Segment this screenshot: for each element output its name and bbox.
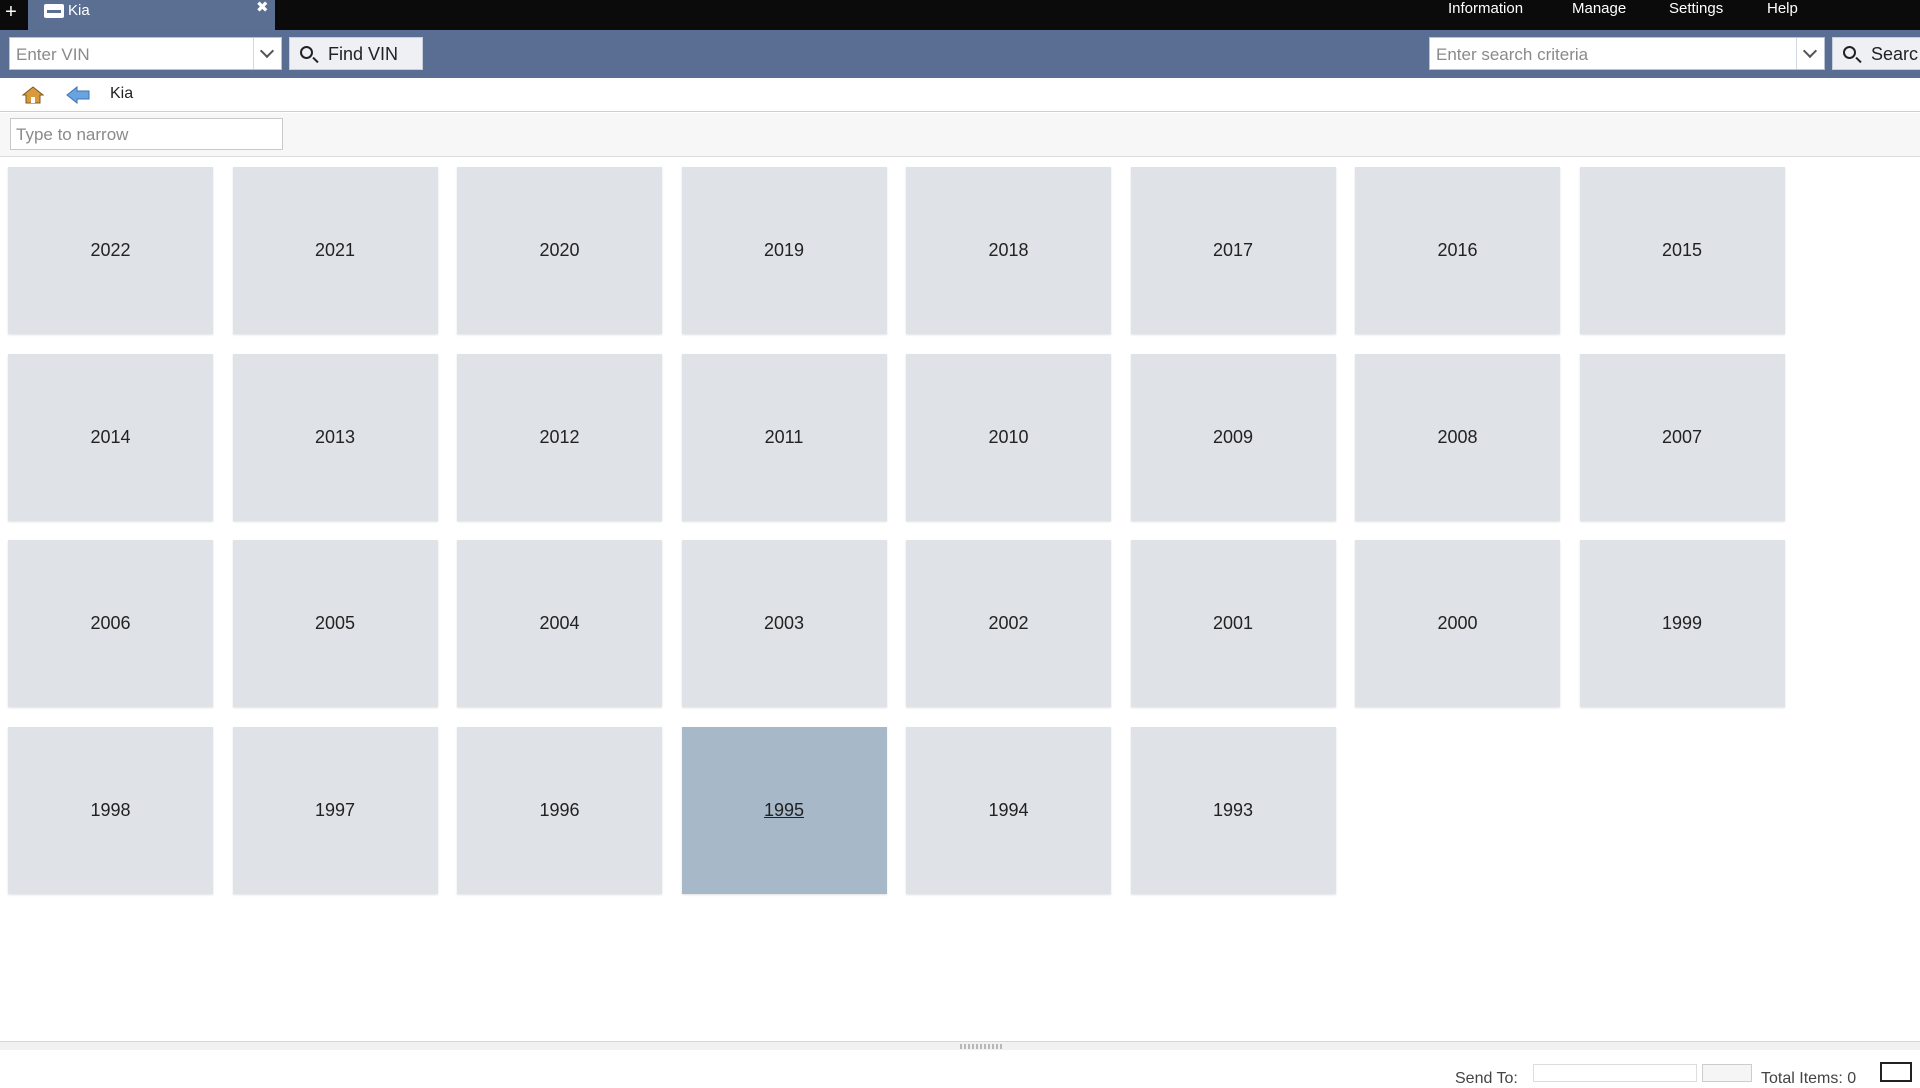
search-label: Searc xyxy=(1871,44,1919,64)
app-icon xyxy=(44,4,64,18)
search-input[interactable]: Enter search criteria xyxy=(1429,37,1825,70)
vin-placeholder: Enter VIN xyxy=(16,45,90,64)
home-icon[interactable] xyxy=(22,86,44,104)
year-tile-2017[interactable]: 2017 xyxy=(1130,167,1336,334)
menu-manage[interactable]: Manage xyxy=(1572,0,1626,22)
year-tile-2012[interactable]: 2012 xyxy=(457,353,662,521)
year-tile-2005[interactable]: 2005 xyxy=(232,540,438,707)
breadcrumb-current[interactable]: Kia xyxy=(110,85,133,103)
send-button[interactable] xyxy=(1702,1064,1752,1082)
search-button[interactable]: Searc xyxy=(1832,37,1920,70)
find-vin-label: Find VIN xyxy=(328,44,399,64)
panel-splitter[interactable] xyxy=(0,1041,1920,1050)
year-tile-2013[interactable]: 2013 xyxy=(232,353,438,521)
search-placeholder: Enter search criteria xyxy=(1436,45,1589,64)
close-icon[interactable]: ✖ xyxy=(256,0,269,16)
vin-input[interactable]: Enter VIN xyxy=(9,37,282,70)
year-tile-1997[interactable]: 1997 xyxy=(232,726,438,894)
year-tile-2001[interactable]: 2001 xyxy=(1130,540,1336,707)
year-tile-2004[interactable]: 2004 xyxy=(457,540,662,707)
year-tile-1996[interactable]: 1996 xyxy=(457,726,662,894)
send-to-select[interactable] xyxy=(1533,1064,1697,1082)
breadcrumb: Kia xyxy=(0,78,1920,112)
year-tile-1993[interactable]: 1993 xyxy=(1130,726,1336,894)
year-tile-2021[interactable]: 2021 xyxy=(232,167,438,334)
year-tile-2015[interactable]: 2015 xyxy=(1579,167,1785,334)
year-tile-2022[interactable]: 2022 xyxy=(8,167,213,334)
filter-bar: Type to narrow xyxy=(0,113,1920,157)
year-tile-2009[interactable]: 2009 xyxy=(1130,353,1336,521)
search-icon xyxy=(300,46,313,59)
search-icon xyxy=(1843,46,1856,59)
year-tile-1994[interactable]: 1994 xyxy=(906,726,1111,894)
year-tile-2006[interactable]: 2006 xyxy=(8,540,213,707)
send-to-label: Send To: xyxy=(1455,1070,1518,1087)
year-tile-2018[interactable]: 2018 xyxy=(906,167,1111,334)
year-tile-2010[interactable]: 2010 xyxy=(906,353,1111,521)
toolbar: Enter VIN Find VIN Enter search criteria… xyxy=(0,30,1920,78)
year-tile-1998[interactable]: 1998 xyxy=(8,726,213,894)
year-tile-2014[interactable]: 2014 xyxy=(8,353,213,521)
expand-icon[interactable] xyxy=(1880,1062,1912,1082)
tab-label: Kia xyxy=(68,2,90,19)
year-tile-2019[interactable]: 2019 xyxy=(681,167,887,334)
tab-kia[interactable]: Kia ✖ xyxy=(28,0,275,30)
menu-help[interactable]: Help xyxy=(1767,0,1798,22)
year-tile-2011[interactable]: 2011 xyxy=(681,353,887,521)
find-vin-button[interactable]: Find VIN xyxy=(289,37,423,70)
chevron-down-icon[interactable] xyxy=(1796,38,1824,69)
total-items-label: Total Items: 0 xyxy=(1761,1070,1857,1087)
year-tile-1995[interactable]: 1995 xyxy=(681,726,887,894)
year-tile-2003[interactable]: 2003 xyxy=(681,540,887,707)
status-bar: Send To: Total Items: 0 xyxy=(0,1050,1920,1087)
menu-information[interactable]: Information xyxy=(1448,0,1523,22)
year-tile-1999[interactable]: 1999 xyxy=(1579,540,1785,707)
year-tile-2007[interactable]: 2007 xyxy=(1579,353,1785,521)
year-tile-2020[interactable]: 2020 xyxy=(457,167,662,334)
year-tile-2000[interactable]: 2000 xyxy=(1355,540,1560,707)
back-arrow-icon[interactable] xyxy=(66,86,90,104)
year-tile-2008[interactable]: 2008 xyxy=(1355,353,1560,521)
narrow-input[interactable]: Type to narrow xyxy=(10,118,283,150)
year-tile-2016[interactable]: 2016 xyxy=(1355,167,1560,334)
new-tab-button[interactable]: + xyxy=(0,0,22,30)
grip-icon[interactable] xyxy=(960,1044,1004,1049)
menu-settings[interactable]: Settings xyxy=(1669,0,1723,22)
year-tile-2002[interactable]: 2002 xyxy=(906,540,1111,707)
top-tab-bar: + Kia ✖ Information Manage Settings Help xyxy=(0,0,1920,30)
chevron-down-icon[interactable] xyxy=(253,38,281,69)
